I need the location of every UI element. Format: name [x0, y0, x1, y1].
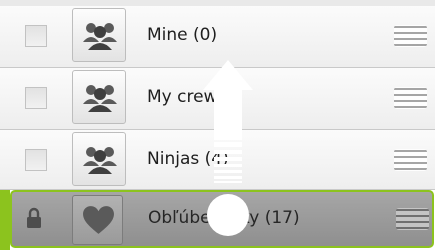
group-checkbox[interactable]: [25, 25, 47, 47]
lock-icon: [27, 207, 41, 228]
drag-handle-icon[interactable]: [394, 149, 427, 171]
heart-icon: [83, 206, 114, 234]
people-group-icon: [83, 85, 117, 112]
drag-handle-icon[interactable]: [396, 208, 429, 230]
group-label: Mine (0): [147, 25, 218, 45]
group-checkbox[interactable]: [25, 149, 47, 171]
swipe-up-arrow-icon: [203, 60, 253, 236]
people-group-icon: [83, 147, 117, 174]
group-contact-button[interactable]: [72, 132, 126, 186]
group-checkbox[interactable]: [25, 87, 47, 109]
group-row[interactable]: Mine (0): [0, 6, 435, 68]
drag-handle-icon[interactable]: [394, 25, 427, 47]
group-contact-button[interactable]: [72, 70, 126, 124]
drag-handle-icon[interactable]: [394, 87, 427, 109]
left-edge-highlight: [0, 190, 10, 250]
people-group-icon: [83, 23, 117, 50]
favorites-contact-button[interactable]: [72, 195, 123, 245]
group-contact-button[interactable]: [72, 8, 126, 62]
